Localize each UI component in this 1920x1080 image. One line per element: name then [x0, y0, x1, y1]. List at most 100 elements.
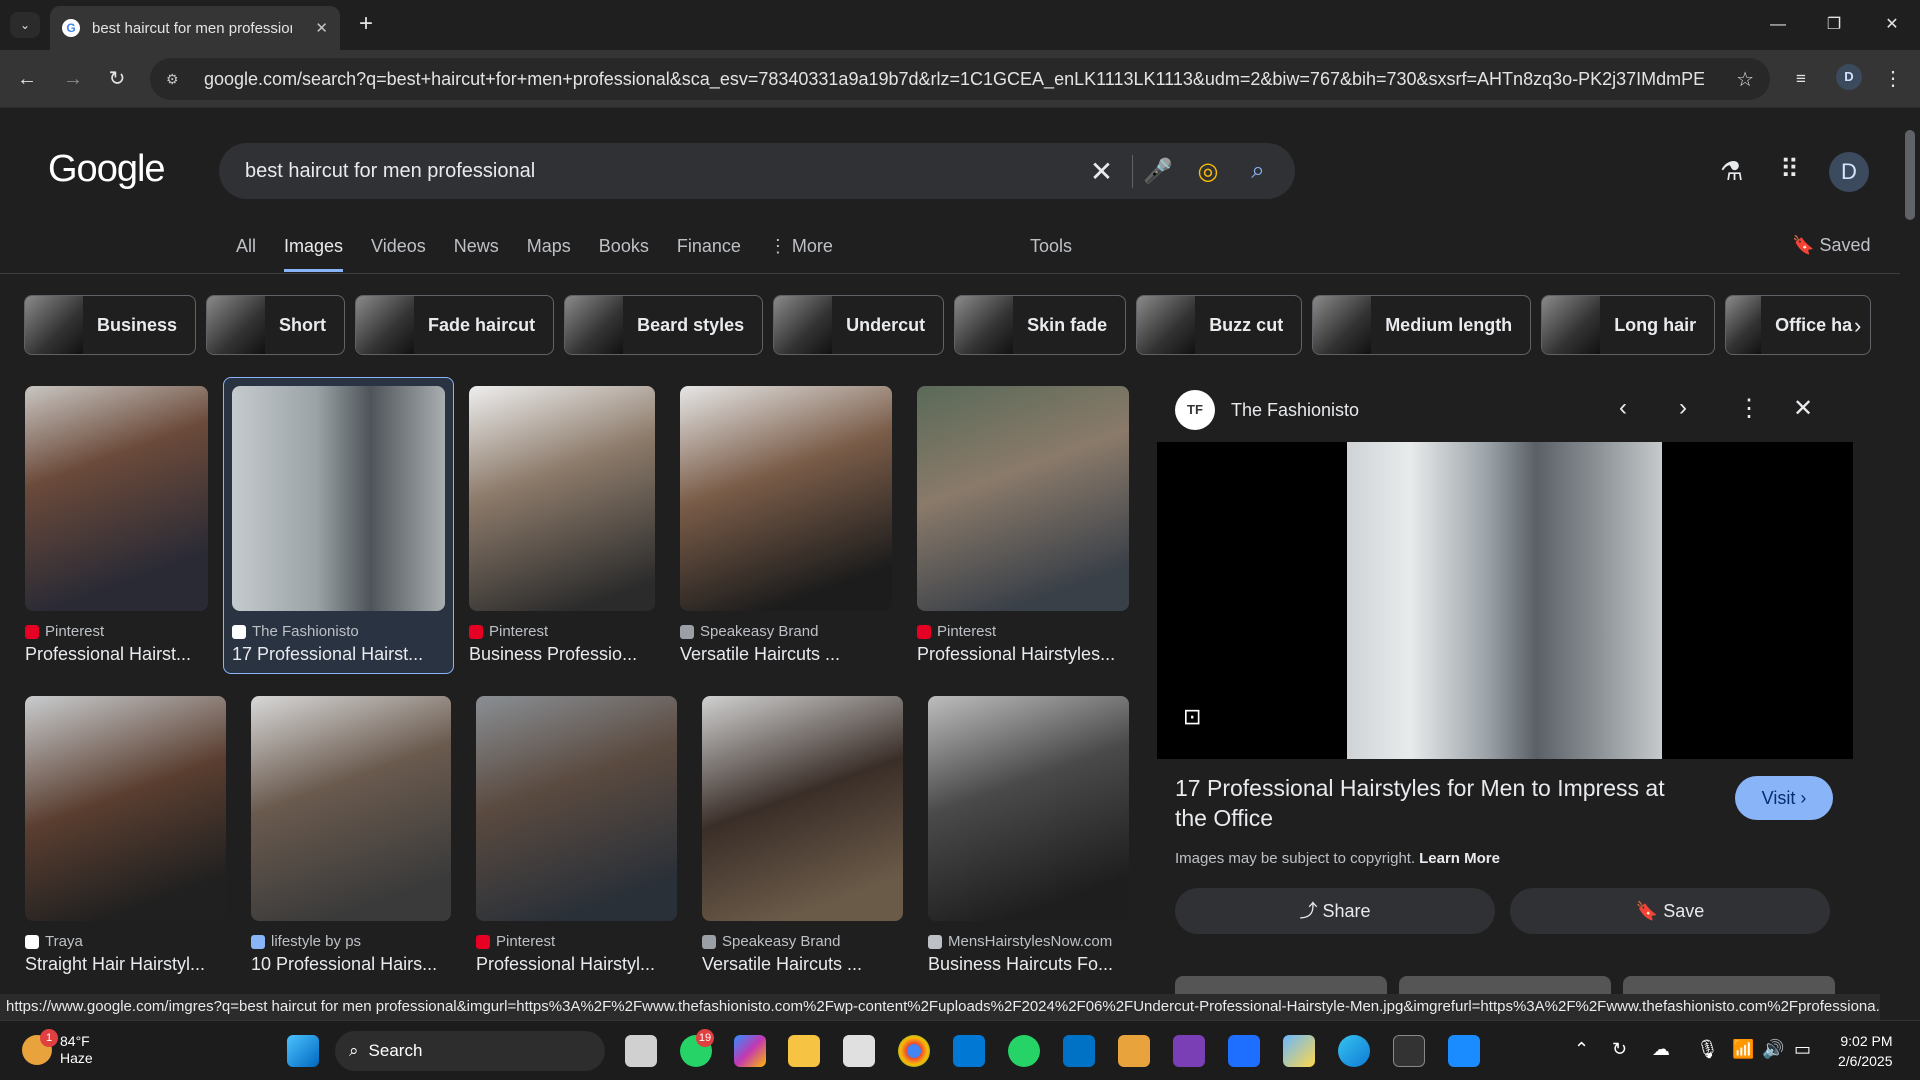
- result-thumbnail[interactable]: [476, 696, 677, 921]
- lens-icon[interactable]: ◎: [1183, 157, 1233, 186]
- scrollbar-thumb[interactable]: [1905, 130, 1915, 220]
- tab-maps[interactable]: Maps: [527, 236, 571, 272]
- chip-undercut[interactable]: Undercut: [773, 295, 945, 355]
- tab-books[interactable]: Books: [599, 236, 649, 272]
- forward-icon[interactable]: →: [58, 64, 88, 94]
- result-title[interactable]: Versatile Haircuts ...: [680, 644, 892, 665]
- result-thumbnail[interactable]: [702, 696, 903, 921]
- address-bar[interactable]: ⚙ google.com/search?q=best+haircut+for+m…: [150, 58, 1770, 100]
- result-thumbnail[interactable]: [232, 386, 445, 611]
- tab-finance[interactable]: Finance: [677, 236, 741, 272]
- visual-studio-icon[interactable]: [1173, 1035, 1205, 1067]
- system-clock[interactable]: 9:02 PM 2/6/2025: [1838, 1031, 1893, 1071]
- menu-icon[interactable]: ⋮: [1878, 64, 1908, 94]
- result-thumbnail[interactable]: [928, 696, 1129, 921]
- tab-all[interactable]: All: [236, 236, 256, 272]
- preview-title[interactable]: 17 Professional Hairstyles for Men to Im…: [1175, 773, 1695, 833]
- next-icon[interactable]: ›: [1679, 394, 1687, 422]
- image-result[interactable]: MensHairstylesNow.com Business Haircuts …: [928, 696, 1129, 975]
- tab-videos[interactable]: Videos: [371, 236, 426, 272]
- sync-icon[interactable]: ↻: [1612, 1039, 1627, 1060]
- search-input[interactable]: best haircut for men professional: [245, 160, 1083, 183]
- profile-avatar[interactable]: D: [1836, 64, 1862, 90]
- image-result[interactable]: Traya Straight Hair Hairstyl...: [25, 696, 226, 975]
- wifi-icon[interactable]: 📶: [1732, 1039, 1754, 1060]
- image-result[interactable]: Pinterest Professional Hairst...: [25, 386, 208, 665]
- outlook-icon[interactable]: [1063, 1035, 1095, 1067]
- image-result[interactable]: Speakeasy Brand Versatile Haircuts ...: [702, 696, 903, 975]
- lens-search-icon[interactable]: ⊡: [1183, 704, 1201, 730]
- task-view-icon[interactable]: [625, 1035, 657, 1067]
- result-title[interactable]: Professional Hairstyles...: [917, 644, 1129, 665]
- restore-button[interactable]: ❐: [1814, 10, 1854, 40]
- result-title[interactable]: 10 Professional Hairs...: [251, 954, 451, 975]
- result-source[interactable]: The Fashionisto: [232, 623, 445, 640]
- result-source[interactable]: Speakeasy Brand: [680, 623, 892, 640]
- account-avatar[interactable]: D: [1829, 152, 1869, 192]
- clear-icon[interactable]: ✕: [1083, 154, 1133, 188]
- share-button[interactable]: ⤴ Share: [1175, 888, 1495, 934]
- result-thumbnail[interactable]: [25, 386, 208, 611]
- result-thumbnail[interactable]: [469, 386, 655, 611]
- chip-office-hair[interactable]: Office ha: [1725, 295, 1872, 355]
- chip-medium-length[interactable]: Medium length: [1312, 295, 1532, 355]
- site-info-icon[interactable]: ⚙: [166, 71, 188, 88]
- copilot-icon[interactable]: [734, 1035, 766, 1067]
- bookmark-star-icon[interactable]: ☆: [1736, 67, 1754, 92]
- panel-source-name[interactable]: The Fashionisto: [1231, 400, 1359, 421]
- result-source[interactable]: Pinterest: [917, 623, 1129, 640]
- minimize-button[interactable]: —: [1758, 10, 1798, 40]
- result-title[interactable]: Professional Hairstyl...: [476, 954, 677, 975]
- saved-button[interactable]: 🔖 Saved: [1792, 235, 1870, 256]
- search-bar[interactable]: best haircut for men professional ✕ 🎤 ◎ …: [219, 143, 1295, 199]
- chip-beard-styles[interactable]: Beard styles: [564, 295, 764, 355]
- result-source[interactable]: Pinterest: [25, 623, 208, 640]
- back-icon[interactable]: ←: [12, 64, 42, 94]
- whatsapp-web-icon[interactable]: [1008, 1035, 1040, 1067]
- page-scrollbar[interactable]: [1900, 108, 1920, 1000]
- mic-icon[interactable]: 🎤: [1133, 157, 1183, 186]
- tab-search-button[interactable]: ⌄: [10, 12, 40, 38]
- previous-icon[interactable]: ‹: [1619, 394, 1627, 422]
- chrome-icon[interactable]: [898, 1035, 930, 1067]
- jetbrains-icon[interactable]: [1228, 1035, 1260, 1067]
- search-icon[interactable]: ⌕: [1233, 157, 1283, 185]
- result-source[interactable]: Pinterest: [469, 623, 655, 640]
- result-title[interactable]: Professional Hairst...: [25, 644, 208, 665]
- image-result[interactable]: lifestyle by ps 10 Professional Hairs...: [251, 696, 451, 975]
- learn-more-link[interactable]: Learn More: [1419, 850, 1500, 867]
- result-thumbnail[interactable]: [251, 696, 451, 921]
- result-source[interactable]: lifestyle by ps: [251, 933, 451, 950]
- result-source[interactable]: Pinterest: [476, 933, 677, 950]
- volume-icon[interactable]: 🔊: [1762, 1039, 1784, 1060]
- result-thumbnail[interactable]: [680, 386, 892, 611]
- result-source[interactable]: Speakeasy Brand: [702, 933, 903, 950]
- chip-business[interactable]: Business: [24, 295, 197, 355]
- microphone-icon[interactable]: 🎙: [1696, 1039, 1719, 1060]
- app-icon[interactable]: [1283, 1035, 1315, 1067]
- file-explorer-icon[interactable]: [788, 1035, 820, 1067]
- whatsapp-icon[interactable]: 19: [680, 1029, 714, 1067]
- tools-button[interactable]: Tools: [1030, 236, 1072, 257]
- apps-grid-icon[interactable]: ⠿: [1780, 154, 1799, 185]
- result-title[interactable]: Versatile Haircuts ...: [702, 954, 903, 975]
- chip-buzz-cut[interactable]: Buzz cut: [1136, 295, 1303, 355]
- close-icon[interactable]: ✕: [1793, 394, 1813, 423]
- more-options-icon[interactable]: ⋮: [1737, 394, 1761, 423]
- browser-tab[interactable]: G best haircut for men profession ✕: [50, 6, 340, 50]
- google-logo[interactable]: Google: [48, 148, 166, 191]
- taskbar-search[interactable]: ⌕ Search: [335, 1031, 605, 1071]
- result-source[interactable]: Traya: [25, 933, 226, 950]
- cloud-icon[interactable]: ☁: [1652, 1039, 1670, 1060]
- start-button-icon[interactable]: [287, 1035, 319, 1067]
- image-result[interactable]: Pinterest Business Professio...: [469, 386, 655, 665]
- reload-icon[interactable]: ↻: [102, 64, 132, 94]
- image-result[interactable]: Pinterest Professional Hairstyl...: [476, 696, 677, 975]
- tab-more[interactable]: ⋮ More: [769, 236, 833, 272]
- close-tab-icon[interactable]: ✕: [315, 19, 328, 37]
- chip-skin-fade[interactable]: Skin fade: [954, 295, 1127, 355]
- result-title[interactable]: Straight Hair Hairstyl...: [25, 954, 226, 975]
- result-title[interactable]: Business Haircuts Fo...: [928, 954, 1129, 975]
- chevron-up-icon[interactable]: ⌃: [1574, 1039, 1589, 1060]
- chevron-right-icon[interactable]: ›: [1854, 313, 1861, 339]
